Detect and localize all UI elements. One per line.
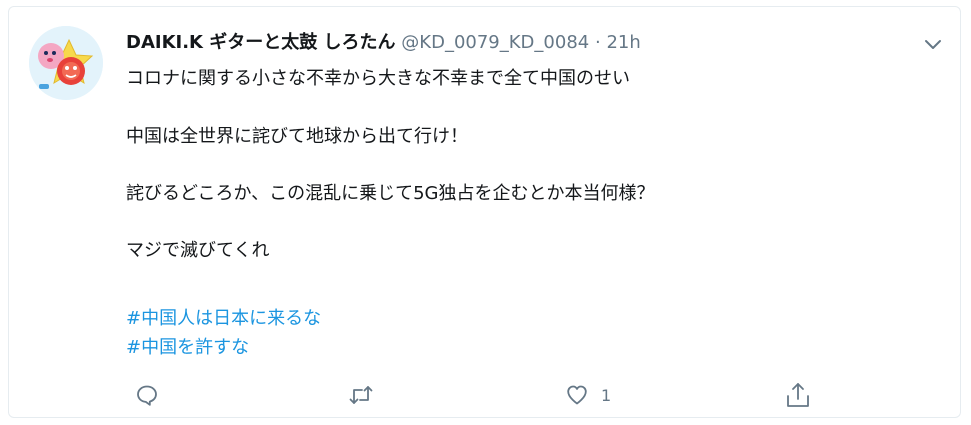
tweet-card[interactable]: DAIKI.K ギターと太鼓 しろたん @KD_0079_KD_0084 · 2… bbox=[8, 6, 961, 418]
avatar[interactable] bbox=[29, 26, 103, 100]
tweet-paragraph: 詫びるどころか、この混乱に乗じて5G独占を企むとか本当何様？ bbox=[126, 183, 655, 204]
reply-button[interactable] bbox=[135, 383, 159, 407]
tweet-actions: 1 bbox=[9, 383, 960, 413]
tweet-paragraph: コロナに関する小さな不幸から大きな不幸まで全て中国のせい bbox=[126, 68, 630, 89]
retweet-icon bbox=[349, 386, 373, 404]
tweet-header: DAIKI.K ギターと太鼓 しろたん @KD_0079_KD_0084 · 2… bbox=[126, 31, 641, 55]
share-button[interactable] bbox=[785, 381, 811, 409]
hashtag-link[interactable]: #中国を許すな bbox=[126, 333, 321, 362]
share-icon bbox=[787, 383, 809, 407]
display-name[interactable]: DAIKI.K ギターと太鼓 しろたん bbox=[126, 32, 396, 53]
hashtag-list: #中国人は日本に来るな #中国を許すな bbox=[126, 304, 321, 362]
like-button[interactable]: 1 bbox=[565, 383, 611, 407]
reply-icon bbox=[137, 385, 157, 406]
user-handle[interactable]: @KD_0079_KD_0084 bbox=[401, 32, 589, 53]
hashtag-link[interactable]: #中国人は日本に来るな bbox=[126, 304, 321, 333]
separator-dot: · bbox=[594, 32, 601, 53]
avatar-image bbox=[29, 26, 103, 100]
heart-icon bbox=[567, 385, 587, 405]
like-count: 1 bbox=[601, 385, 612, 405]
tweet-paragraph: マジで滅びてくれ bbox=[126, 240, 270, 261]
timestamp[interactable]: 21h bbox=[606, 32, 640, 53]
chevron-down-icon[interactable] bbox=[922, 33, 944, 55]
tweet-paragraph: 中国は全世界に詫びて地球から出て行け！ bbox=[126, 126, 468, 147]
retweet-button[interactable] bbox=[348, 383, 374, 407]
